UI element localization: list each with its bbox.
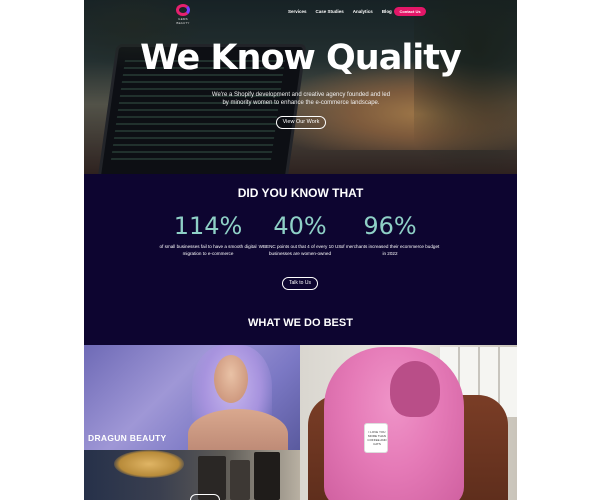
portfolio-tile-gift-products[interactable] (84, 450, 300, 500)
logo-mark-icon (176, 4, 190, 16)
hero-title: We Know Quality (140, 38, 462, 78)
portfolio-tile-button[interactable] (190, 494, 220, 500)
view-our-work-button[interactable]: View Our Work (276, 116, 326, 129)
stat-description: of small businesses fail to have a smoot… (159, 244, 257, 256)
logo-text: GEMS BEAUTY (176, 17, 190, 25)
services-title: WHAT WE DO BEST (248, 317, 353, 329)
nav-item-case-studies[interactable]: Case Studies (316, 9, 344, 14)
portfolio-grid: DRAGUN BEAUTY I LOVE YOU MORE THAN COFFE… (84, 345, 517, 500)
hero-section: GEMS BEAUTY Services Case Studies Analyt… (84, 0, 517, 174)
nav-item-services[interactable]: Services (288, 9, 307, 14)
product-bottle-image (230, 460, 250, 500)
mug-text: I LOVE YOU MORE THAN COFFEE AND CATS (367, 430, 387, 446)
stat-item: 40% WBENC points out that 4 of every 10 … (250, 212, 350, 257)
site-logo[interactable]: GEMS BEAUTY (172, 4, 194, 25)
website-page: GEMS BEAUTY Services Case Studies Analyt… (84, 0, 517, 500)
stat-description: of merchants increased their ecommerce b… (340, 244, 440, 256)
hood-opening (390, 361, 440, 417)
portfolio-tile-dragun-beauty[interactable]: DRAGUN BEAUTY (84, 345, 300, 450)
stat-value: 96% (363, 212, 417, 240)
nav-item-analytics[interactable]: Analytics (353, 9, 373, 14)
hero-subtitle: We're a Shopify development and creative… (211, 92, 391, 106)
product-bottle-image (254, 452, 280, 500)
stats-section: DID YOU KNOW THAT 114% of small business… (84, 174, 517, 345)
mug-image: I LOVE YOU MORE THAN COFFEE AND CATS (364, 423, 388, 453)
top-navigation: GEMS BEAUTY Services Case Studies Analyt… (84, 0, 517, 25)
model-shoulders-image (188, 409, 288, 450)
stat-item: 114% of small businesses fail to have a … (158, 212, 258, 257)
gold-ribbon-image (114, 450, 184, 478)
pink-hoodie-image (324, 347, 464, 500)
contact-us-button[interactable]: Contact Us (394, 7, 426, 16)
stats-title: DID YOU KNOW THAT (237, 186, 364, 200)
talk-to-us-button[interactable]: Talk to Us (282, 277, 318, 290)
model-face-image (214, 355, 248, 403)
nav-item-blog[interactable]: Blog (382, 9, 392, 14)
stat-value: 40% (273, 212, 327, 240)
stat-description: WBENC points out that 4 of every 10 US b… (258, 244, 342, 256)
stat-item: 96% of merchants increased their ecommer… (340, 212, 440, 257)
stat-value: 114% (173, 212, 243, 240)
portfolio-tile-label: DRAGUN BEAUTY (88, 433, 167, 443)
hero-overlay (84, 0, 517, 174)
portfolio-tile-hoodie[interactable]: I LOVE YOU MORE THAN COFFEE AND CATS (300, 345, 517, 500)
